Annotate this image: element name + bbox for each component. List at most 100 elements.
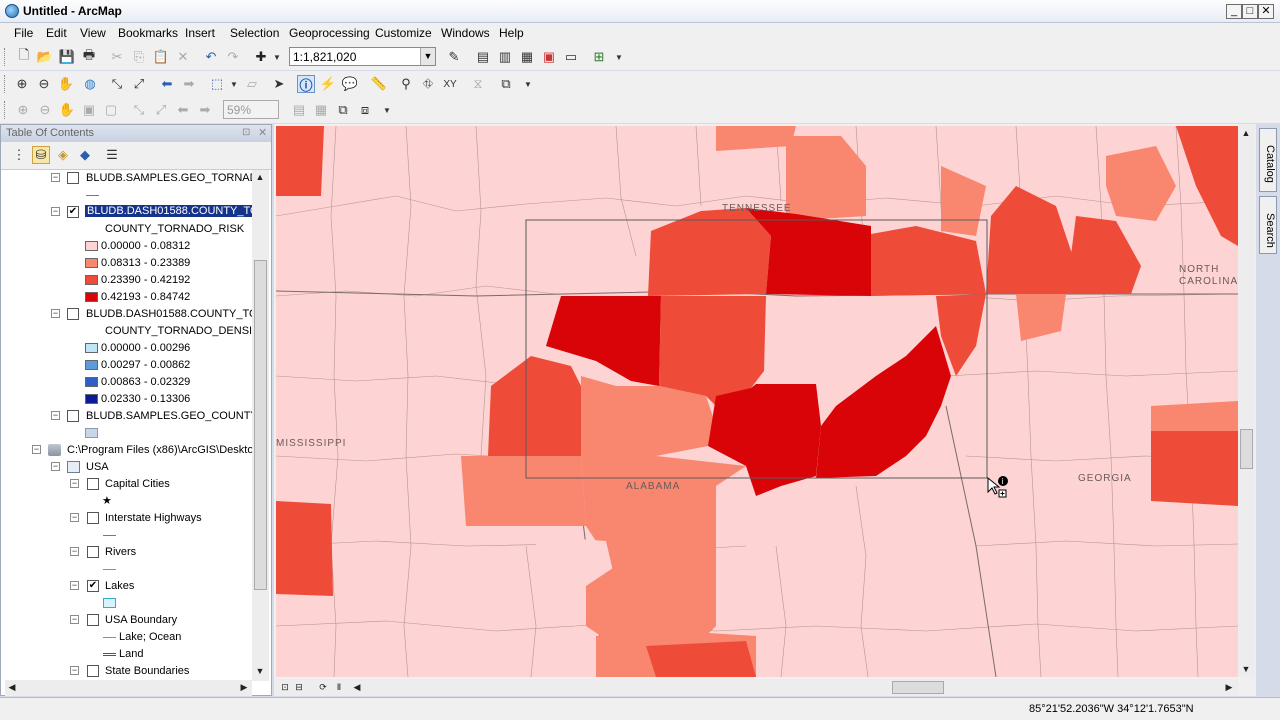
legend-fill-symbol[interactable]	[1, 595, 252, 612]
menu-edit[interactable]: Edit	[46, 26, 67, 40]
clear-selection-icon[interactable]: ▱	[243, 75, 261, 93]
pause-drawing-icon[interactable]: Ⅱ	[332, 680, 346, 695]
layer-row-geo-tornado[interactable]: − BLUDB.SAMPLES.GEO_TORNADO	[1, 170, 252, 187]
change-layout-icon[interactable]: ⧉	[334, 101, 352, 119]
menu-bookmarks[interactable]: Bookmarks	[118, 26, 178, 40]
layer-visibility-checkbox[interactable]	[87, 614, 99, 626]
collapse-toggle[interactable]: −	[70, 547, 79, 556]
color-swatch[interactable]	[85, 275, 98, 285]
table-of-contents-window-icon[interactable]: ▤	[474, 48, 492, 66]
color-swatch[interactable]	[85, 258, 98, 268]
new-document-icon[interactable]: 🗋	[15, 47, 33, 66]
collapse-toggle[interactable]: −	[70, 581, 79, 590]
layer-row-geo-county[interactable]: − BLUDB.SAMPLES.GEO_COUNTY	[1, 408, 252, 425]
print-icon[interactable]: 🖶	[80, 47, 98, 66]
zoom-in-icon[interactable]: ⊕	[13, 75, 31, 93]
back-arrow-icon[interactable]: ⬅	[158, 75, 176, 93]
cut-icon[interactable]: ✂	[108, 48, 126, 66]
delete-icon[interactable]: ✕	[174, 48, 192, 66]
fixed-zoom-in-icon[interactable]: ⤡	[108, 75, 126, 93]
map-vertical-scrollbar[interactable]: ▲ ▼	[1238, 124, 1255, 677]
toc-horizontal-scrollbar[interactable]: ◀ ▶	[5, 680, 252, 696]
list-by-selection-icon[interactable]: ◆	[76, 146, 94, 164]
menu-file[interactable]: File	[14, 26, 33, 40]
full-extent-globe-icon[interactable]: ◍	[81, 75, 99, 93]
list-by-drawing-order-icon[interactable]: ⋮	[10, 146, 28, 164]
pan-hand-icon[interactable]: ✋	[57, 75, 75, 93]
layer-visibility-checkbox[interactable]	[67, 410, 79, 422]
collapse-toggle[interactable]: −	[70, 615, 79, 624]
color-swatch[interactable]	[85, 241, 98, 251]
layer-row-usa-boundary[interactable]: − USA Boundary	[1, 612, 252, 629]
data-source-folder-row[interactable]: − C:\Program Files (x86)\ArcGIS\Desktop	[1, 442, 252, 459]
html-popup-icon[interactable]: 💬	[341, 75, 359, 93]
menu-selection[interactable]: Selection	[230, 26, 279, 40]
color-swatch[interactable]	[85, 343, 98, 353]
data-driven-pages-icon[interactable]: ⧈	[356, 101, 374, 119]
fixed-zoom-out-icon[interactable]: ⤢	[130, 75, 148, 93]
scroll-up-icon[interactable]: ▲	[253, 170, 267, 185]
legend-class-row[interactable]: 0.00000 - 0.00296	[1, 340, 252, 357]
color-swatch[interactable]	[103, 598, 116, 608]
legend-class-row[interactable]: 0.02330 - 0.13306	[1, 391, 252, 408]
color-swatch[interactable]	[85, 394, 98, 404]
toolbar-options-icon[interactable]: ▼	[378, 101, 396, 119]
measure-ruler-icon[interactable]: 📏	[370, 75, 388, 93]
find-route-icon[interactable]: ⛗	[419, 75, 437, 93]
scroll-thumb[interactable]	[254, 260, 267, 590]
collapse-toggle[interactable]: −	[70, 479, 79, 488]
list-by-source-icon[interactable]: ⛁	[32, 146, 50, 164]
layer-row-county-tornado-density[interactable]: − BLUDB.DASH01588.COUNTY_TOR	[1, 306, 252, 323]
legend-class-row[interactable]: 0.00863 - 0.02329	[1, 374, 252, 391]
menu-windows[interactable]: Windows	[441, 26, 490, 40]
layer-row-rivers[interactable]: − Rivers	[1, 544, 252, 561]
find-binoculars-icon[interactable]: ⚲	[397, 75, 415, 93]
layout-zoom-combobox[interactable]: 59%	[223, 100, 279, 119]
menu-view[interactable]: View	[80, 26, 106, 40]
collapse-toggle[interactable]: −	[51, 207, 60, 216]
refresh-icon[interactable]: ⟳	[316, 680, 330, 695]
collapse-toggle[interactable]: −	[51, 309, 60, 318]
focus-data-frame-icon[interactable]: ▦	[312, 101, 330, 119]
color-swatch[interactable]	[85, 292, 98, 302]
menu-customize[interactable]: Customize	[375, 26, 432, 40]
layer-row-state-boundaries[interactable]: − State Boundaries	[1, 663, 252, 680]
go-back-extent-icon[interactable]: ⬅	[174, 101, 192, 119]
layer-visibility-checkbox[interactable]	[87, 478, 99, 490]
fixed-zoom-in-layout-icon[interactable]: ⤡	[130, 101, 148, 119]
open-folder-icon[interactable]: 📂	[36, 48, 54, 66]
forward-arrow-icon[interactable]: ➡	[180, 75, 198, 93]
search-tab[interactable]: Search	[1259, 196, 1277, 254]
search-window-icon[interactable]: ▦	[518, 48, 536, 66]
fixed-zoom-out-layout-icon[interactable]: ⤢	[152, 101, 170, 119]
layer-visibility-checkbox[interactable]	[67, 308, 79, 320]
layer-visibility-checkbox[interactable]: ✔	[67, 206, 79, 218]
scroll-up-icon[interactable]: ▲	[1239, 126, 1253, 141]
hyperlink-icon[interactable]: ⚡	[319, 75, 337, 93]
collapse-toggle[interactable]: −	[51, 173, 60, 182]
layer-row-interstate-highways[interactable]: − Interstate Highways	[1, 510, 252, 527]
color-swatch[interactable]	[85, 377, 98, 387]
zoom-out-icon[interactable]: ⊖	[35, 75, 53, 93]
menu-geoprocessing[interactable]: Geoprocessing	[289, 26, 370, 40]
maximize-button[interactable]: □	[1242, 4, 1258, 19]
map-canvas[interactable]: TENNESSEE NORTH CAROLINA MISSISSIPPI ALA…	[276, 126, 1238, 677]
scroll-right-icon[interactable]: ▶	[1222, 680, 1236, 695]
editor-toolbar-icon[interactable]: ✎	[445, 48, 463, 66]
layout-pan-icon[interactable]: ✋	[58, 101, 76, 119]
layout-view-icon[interactable]: ⊟	[292, 680, 306, 695]
layer-visibility-checkbox[interactable]	[87, 665, 99, 677]
color-swatch[interactable]	[85, 360, 98, 370]
scroll-left-icon[interactable]: ◀	[350, 680, 364, 695]
legend-class-row[interactable]: 0.23390 - 0.42192	[1, 272, 252, 289]
toolbar-options-icon[interactable]: ▼	[610, 48, 628, 66]
toolbar-grip[interactable]	[4, 48, 7, 66]
collapse-toggle[interactable]: −	[51, 462, 60, 471]
zoom-whole-page-icon[interactable]: ▣	[80, 101, 98, 119]
arctoolbox-icon[interactable]: ▣	[540, 48, 558, 66]
legend-class-row[interactable]: 0.08313 - 0.23389	[1, 255, 252, 272]
time-slider-icon[interactable]: ⧖	[469, 75, 487, 93]
select-elements-pointer-icon[interactable]: ➤	[270, 75, 288, 93]
toc-options-icon[interactable]: ☰	[103, 146, 121, 164]
select-features-icon[interactable]: ⬚	[208, 75, 226, 93]
